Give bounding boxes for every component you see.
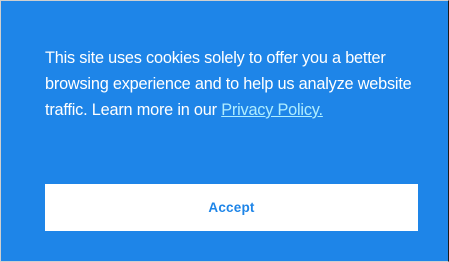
- accept-button[interactable]: Accept: [45, 184, 418, 231]
- cookie-consent-banner: This site uses cookies solely to offer y…: [0, 0, 449, 262]
- privacy-policy-link[interactable]: Privacy Policy.: [221, 101, 323, 119]
- cookie-message: This site uses cookies solely to offer y…: [45, 45, 417, 123]
